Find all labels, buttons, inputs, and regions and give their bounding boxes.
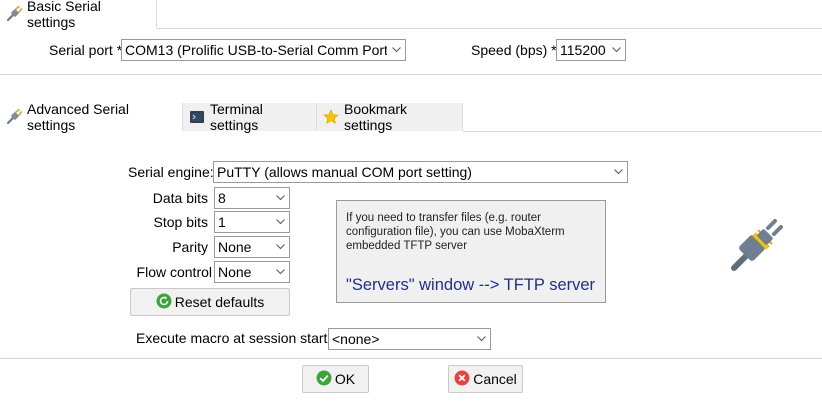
stop-bits-value: 1: [218, 214, 226, 230]
serial-engine-select[interactable]: PuTTY (allows manual COM port setting): [213, 161, 628, 183]
tftp-info-text: If you need to transfer files (e.g. rout…: [346, 212, 565, 252]
execute-macro-select[interactable]: <none>: [328, 328, 491, 350]
tftp-info-box: If you need to transfer files (e.g. rout…: [336, 200, 606, 303]
data-bits-select[interactable]: 8: [214, 187, 290, 209]
ok-label: OK: [334, 371, 356, 387]
parity-value: None: [218, 239, 252, 255]
divider: [157, 28, 822, 29]
chevron-down-icon: [271, 212, 289, 232]
ok-button[interactable]: OK: [302, 365, 369, 393]
chevron-down-icon: [607, 40, 625, 60]
cancel-label: Cancel: [473, 371, 517, 387]
terminal-icon: [189, 109, 205, 125]
tab-basic-serial-settings[interactable]: Basic Serial settings: [0, 0, 157, 30]
check-icon: [316, 370, 332, 389]
serial-engine-value: PuTTY (allows manual COM port setting): [217, 164, 472, 180]
tab-label: Bookmark settings: [344, 101, 408, 133]
serial-plug-icon: [6, 108, 23, 125]
reset-defaults-button[interactable]: Reset defaults: [130, 288, 290, 316]
tab-label: Terminal settings: [210, 101, 263, 133]
chevron-down-icon: [271, 262, 289, 282]
stop-bits-label: Stop bits: [153, 214, 208, 230]
tab-terminal-settings[interactable]: Terminal settings: [183, 101, 317, 133]
data-bits-label: Data bits: [152, 190, 208, 206]
tab-label: Basic Serial settings: [27, 0, 101, 30]
flow-control-value: None: [218, 264, 252, 280]
reset-defaults-label: Reset defaults: [174, 294, 265, 310]
speed-label: Speed (bps) *: [471, 42, 557, 58]
flow-control-label: Flow control: [136, 264, 212, 280]
reset-icon: [156, 293, 172, 312]
parity-select[interactable]: None: [214, 236, 290, 258]
divider: [0, 358, 822, 359]
tab-bookmark-settings[interactable]: Bookmark settings: [317, 101, 463, 133]
speed-value: 115200: [560, 42, 606, 58]
serial-plug-icon: [728, 218, 784, 274]
execute-macro-value: <none>: [332, 331, 380, 347]
close-icon: [454, 370, 470, 389]
data-bits-value: 8: [218, 190, 226, 206]
chevron-down-icon: [609, 162, 627, 182]
chevron-down-icon: [472, 329, 490, 349]
serial-port-label: Serial port *: [49, 42, 123, 58]
tftp-servers-hint: "Servers" window --> TFTP server: [346, 276, 596, 294]
execute-macro-label: Execute macro at session start:: [136, 330, 332, 346]
chevron-down-icon: [271, 188, 289, 208]
serial-port-select[interactable]: COM13 (Prolific USB-to-Serial Comm Port …: [121, 39, 406, 61]
divider: [463, 131, 822, 132]
serial-plug-icon: [6, 5, 23, 22]
divider: [0, 74, 822, 75]
tab-advanced-serial-settings[interactable]: Advanced Serial settings: [0, 101, 183, 133]
chevron-down-icon: [271, 237, 289, 257]
parity-label: Parity: [172, 239, 208, 255]
speed-select[interactable]: 115200: [556, 39, 626, 61]
cancel-button[interactable]: Cancel: [448, 365, 523, 393]
serial-engine-label: Serial engine:: [128, 164, 214, 180]
flow-control-select[interactable]: None: [214, 261, 290, 283]
serial-port-value: COM13 (Prolific USB-to-Serial Comm Port …: [125, 42, 387, 58]
stop-bits-select[interactable]: 1: [214, 211, 290, 233]
star-icon: [323, 109, 339, 125]
chevron-down-icon: [387, 40, 405, 60]
tab-label: Advanced Serial settings: [27, 101, 129, 133]
